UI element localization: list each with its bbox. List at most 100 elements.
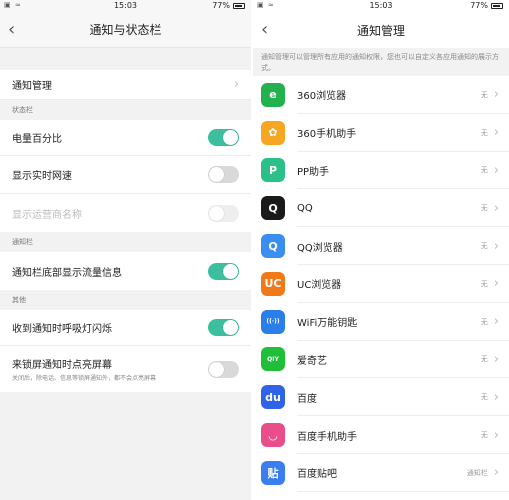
- 360-browser-icon: e: [261, 82, 285, 107]
- app-notify-status: 无: [480, 242, 488, 251]
- battery-icon: [491, 2, 503, 9]
- toggle-knob: [209, 167, 224, 182]
- app-notify-status: 无: [480, 204, 488, 213]
- 360-assistant-icon: ✿: [261, 120, 285, 145]
- spacer: [0, 48, 251, 70]
- breathing-light-label: 收到通知时呼吸灯闪烁: [12, 324, 112, 335]
- section-header-other: 其他: [0, 290, 251, 310]
- lockscreen-wake-row: 来锁屏通知时点亮屏幕 关闭后，除电话、信息等锁屏通知外，都不会点亮屏幕: [0, 346, 251, 392]
- notification-manage-screen: ▣ ≈ 15:03 77% ‹ 通知管理 通知管理可以管理所有应用的通知权限，您…: [253, 0, 509, 500]
- carrier-name-label: 显示运营商名称: [12, 209, 82, 221]
- chevron-right-icon: ›: [493, 125, 499, 141]
- app-notify-status: 无: [480, 393, 488, 402]
- toggle-knob: [209, 361, 224, 377]
- app-name: PP助手: [297, 166, 330, 178]
- status-battery: 77%: [212, 1, 245, 10]
- iqiyi-icon: QIY: [261, 347, 285, 372]
- app-name: 360手机助手: [297, 129, 357, 141]
- realtime-speed-label: 显示实时网速: [12, 171, 72, 182]
- app-name: 百度: [297, 393, 317, 405]
- chevron-right-icon: ›: [233, 77, 239, 92]
- carrier-name-row: 显示运营商名称: [0, 194, 251, 232]
- status-bar: ▣ ≈ 15:03 77%: [253, 0, 509, 12]
- notification-statusbar-screen: ▣ ≈ 15:03 77% ‹ 通知与状态栏 通知管理 › 状态栏 电量百分比 …: [0, 0, 251, 500]
- breathing-light-toggle[interactable]: [208, 319, 239, 336]
- toggle-knob: [223, 263, 238, 279]
- battery-icon: [233, 2, 245, 9]
- chevron-right-icon: ›: [493, 87, 499, 103]
- chevron-right-icon: ›: [493, 427, 499, 443]
- app-name: 百度贴吧: [297, 469, 337, 481]
- lockscreen-wake-text: 来锁屏通知时点亮屏幕 关闭后，除电话、信息等锁屏通知外，都不会点亮屏幕: [12, 356, 156, 382]
- title-bar: ‹ 通知与状态栏: [0, 12, 251, 48]
- battery-percent-row: 电量百分比: [0, 120, 251, 156]
- section-header-statusbar: 状态栏: [0, 100, 251, 120]
- app-row[interactable]: ((·)) WiFi万能钥匙 无 ›: [253, 303, 509, 341]
- app-notify-status: 无: [480, 317, 488, 326]
- status-bar: ▣ ≈ 15:03 77%: [0, 0, 251, 12]
- app-notify-status: 无: [480, 128, 488, 137]
- app-name: 百度手机助手: [297, 431, 357, 443]
- app-row[interactable]: QIY 爱奇艺 无 ›: [253, 341, 509, 379]
- app-list: e 360浏览器无 › ✿ 360手机助手无 › P PP助手无 › Q QQ 无 › Q QQ浏览器无 › U…: [253, 76, 509, 492]
- app-notify-status: 无: [480, 166, 488, 175]
- lockscreen-wake-label: 来锁屏通知时点亮屏幕: [12, 360, 112, 371]
- app-notify-status: 无: [480, 279, 488, 288]
- traffic-info-label: 通知栏底部显示流量信息: [12, 267, 122, 279]
- qq-browser-icon: Q: [261, 234, 285, 259]
- chevron-right-icon: ›: [493, 276, 499, 292]
- app-name: QQ浏览器: [297, 242, 343, 254]
- page-title: 通知管理: [356, 23, 405, 38]
- app-row[interactable]: 贴百度贴吧 通知栏 ›: [253, 454, 509, 492]
- baidu-tieba-icon: 贴: [261, 460, 285, 485]
- lockscreen-wake-description: 关闭后，除电话、信息等锁屏通知外，都不会点亮屏幕: [12, 375, 157, 382]
- app-row[interactable]: UC UC浏览器 无 ›: [253, 265, 509, 303]
- app-name: QQ: [297, 202, 313, 214]
- app-row[interactable]: ✿ 360手机助手 无 ›: [253, 114, 509, 152]
- app-row[interactable]: Q QQ 无 ›: [253, 189, 509, 227]
- traffic-info-toggle[interactable]: [208, 262, 239, 280]
- back-icon[interactable]: ‹: [261, 19, 281, 41]
- qq-penguin-icon: Q: [261, 196, 285, 221]
- battery-percent-text: 77%: [212, 1, 230, 10]
- battery-percent-text: 77%: [470, 1, 488, 10]
- app-notify-status: 无: [480, 90, 488, 99]
- app-row[interactable]: ◡ 百度手机助手 无 ›: [253, 416, 509, 454]
- breathing-light-row: 收到通知时呼吸灯闪烁: [0, 310, 251, 346]
- realtime-speed-toggle[interactable]: [208, 166, 239, 183]
- uc-browser-icon: UC: [261, 271, 285, 296]
- traffic-info-row: 通知栏底部显示流量信息: [0, 252, 251, 290]
- app-name: UC浏览器: [297, 280, 342, 292]
- app-name: 爱奇艺: [297, 355, 327, 367]
- page-title: 通知与状态栏: [89, 23, 162, 37]
- chevron-right-icon: ›: [493, 162, 499, 178]
- chevron-right-icon: ›: [493, 465, 499, 481]
- status-battery: 77%: [470, 1, 503, 10]
- baidu-assistant-icon: ◡: [261, 423, 285, 448]
- baidu-paw-icon: du: [261, 385, 285, 410]
- chevron-right-icon: ›: [493, 351, 499, 367]
- notify-manage-row[interactable]: 通知管理 ›: [0, 70, 251, 100]
- notify-manage-label: 通知管理: [12, 81, 52, 92]
- lockscreen-wake-toggle[interactable]: [208, 360, 239, 378]
- title-bar: ‹ 通知管理: [253, 12, 509, 48]
- app-row[interactable]: Q QQ浏览器 无 ›: [253, 227, 509, 265]
- back-icon[interactable]: ‹: [8, 19, 28, 41]
- app-name: 360浏览器: [297, 91, 347, 103]
- app-notify-status: 无: [480, 355, 488, 364]
- realtime-speed-row: 显示实时网速: [0, 156, 251, 194]
- chevron-right-icon: ›: [493, 238, 499, 254]
- chevron-right-icon: ›: [493, 389, 499, 405]
- wifi-key-icon: ((·)): [261, 309, 285, 334]
- carrier-name-toggle: [208, 204, 239, 222]
- app-row[interactable]: e 360浏览器 无 ›: [253, 76, 509, 114]
- app-notify-status: 通知栏: [466, 468, 488, 477]
- notify-manage-description: 通知管理可以管理所有应用的通知权限，您也可以自定义各应用通知的展示方式。: [253, 48, 509, 76]
- battery-percent-toggle[interactable]: [208, 129, 239, 146]
- battery-percent-label: 电量百分比: [12, 134, 62, 145]
- app-row[interactable]: P PP助手 无 ›: [253, 152, 509, 190]
- app-notify-status: 无: [480, 431, 488, 440]
- toggle-knob: [223, 130, 238, 145]
- section-header-notifybar: 通知栏: [0, 232, 251, 252]
- app-row[interactable]: du 百度 无 ›: [253, 378, 509, 416]
